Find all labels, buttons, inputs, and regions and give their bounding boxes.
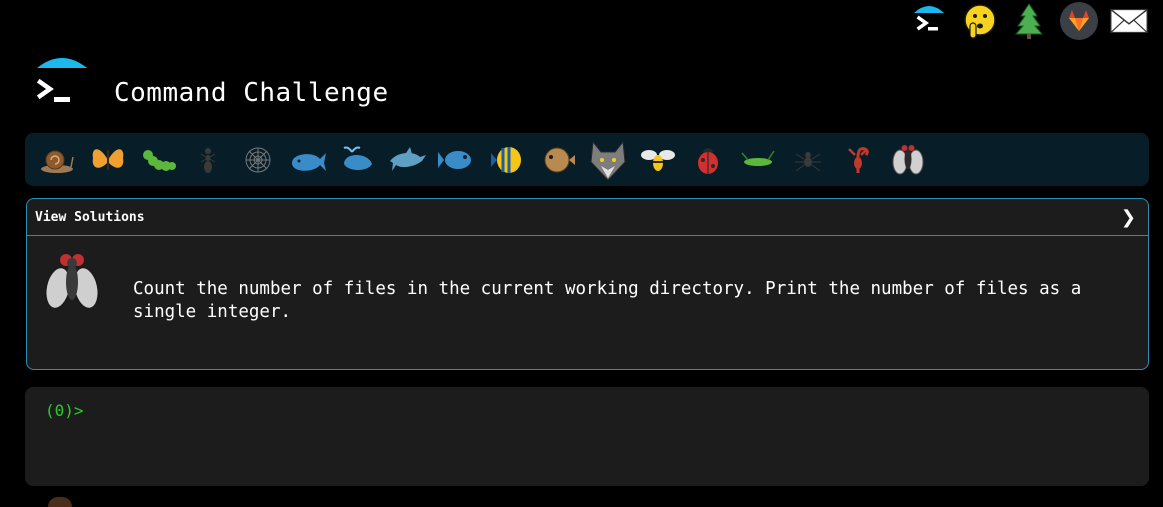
challenge-card: View Solutions ❯ Count the number of fil… bbox=[26, 198, 1149, 370]
top-icon-bar bbox=[909, 0, 1149, 42]
butterfly-icon[interactable] bbox=[83, 137, 133, 183]
terminal-input[interactable]: (0)> bbox=[25, 387, 1149, 486]
spider-web-icon[interactable] bbox=[233, 137, 283, 183]
envelope-icon[interactable] bbox=[1109, 1, 1149, 41]
cricket-icon[interactable] bbox=[733, 137, 783, 183]
chevron-right-icon: ❯ bbox=[1120, 206, 1136, 228]
blowfish-icon[interactable] bbox=[533, 137, 583, 183]
terminal-hat-icon[interactable] bbox=[909, 1, 949, 41]
gitlab-icon[interactable] bbox=[1059, 1, 1099, 41]
view-solutions-toggle[interactable]: View Solutions ❯ bbox=[27, 199, 1148, 236]
level-selector bbox=[25, 133, 1149, 186]
spider-icon[interactable] bbox=[783, 137, 833, 183]
dolphin-icon[interactable] bbox=[383, 137, 433, 183]
ant-icon[interactable] bbox=[183, 137, 233, 183]
fly-icon bbox=[41, 250, 103, 316]
fly-icon[interactable] bbox=[883, 137, 933, 183]
shushing-face-icon[interactable] bbox=[959, 1, 999, 41]
page-title: Command Challenge bbox=[114, 78, 389, 108]
view-solutions-label: View Solutions bbox=[35, 209, 145, 225]
evergreen-tree-icon[interactable] bbox=[1009, 1, 1049, 41]
spouting-whale-icon[interactable] bbox=[333, 137, 383, 183]
scorpion-icon[interactable] bbox=[833, 137, 883, 183]
caterpillar-icon[interactable] bbox=[133, 137, 183, 183]
fish-icon[interactable] bbox=[433, 137, 483, 183]
bee-icon[interactable] bbox=[633, 137, 683, 183]
scroll-peek-icon bbox=[48, 497, 72, 507]
tropical-fish-icon[interactable] bbox=[483, 137, 533, 183]
whale-icon[interactable] bbox=[283, 137, 333, 183]
challenge-body: Count the number of files in the current… bbox=[27, 236, 1148, 368]
ladybug-icon[interactable] bbox=[683, 137, 733, 183]
terminal-prompt: (0)> bbox=[45, 401, 84, 420]
challenge-description: Count the number of files in the current… bbox=[133, 279, 1082, 322]
wolf-icon[interactable] bbox=[583, 137, 633, 183]
app-header: Command Challenge bbox=[34, 52, 389, 112]
snail-icon[interactable] bbox=[33, 137, 83, 183]
terminal-prompt-icon[interactable] bbox=[34, 52, 92, 112]
